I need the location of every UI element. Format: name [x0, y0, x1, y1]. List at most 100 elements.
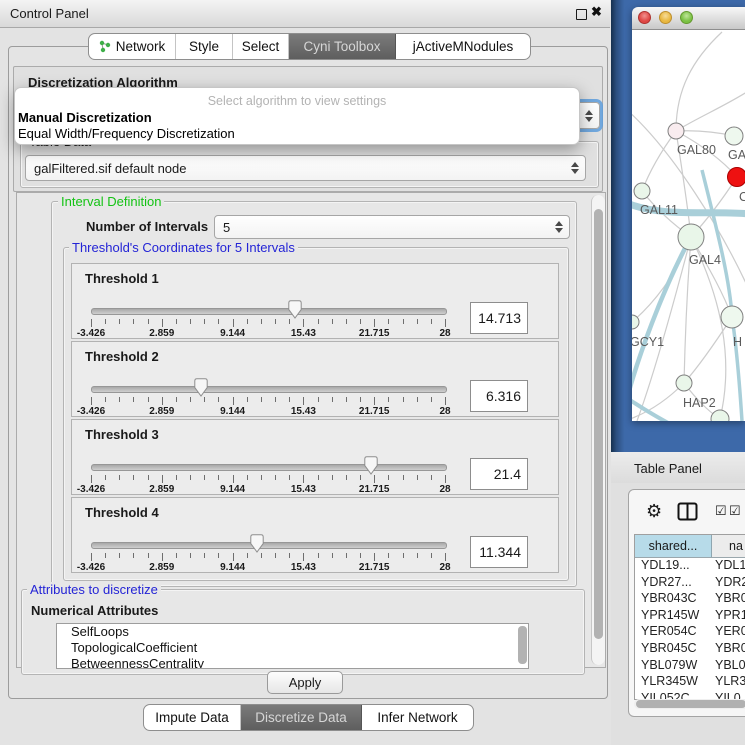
split-columns-icon[interactable] — [677, 502, 698, 521]
network-node[interactable] — [711, 410, 729, 421]
table-row[interactable]: YDR27...YDR2 — [635, 575, 745, 592]
network-node[interactable] — [725, 127, 743, 145]
slider-thumb[interactable] — [364, 456, 378, 475]
network-node[interactable] — [676, 375, 692, 391]
cell-shared-name[interactable]: YBR043C — [635, 591, 711, 608]
slider-thumb[interactable] — [194, 378, 208, 397]
table-data-combobox[interactable]: galFiltered.sif default node — [25, 155, 586, 181]
major-tick — [374, 475, 375, 483]
close-traffic-icon[interactable] — [638, 11, 651, 24]
slider-track[interactable] — [91, 542, 447, 549]
threshold-panel: Threshold 4-3.4262.8599.14415.4321.71528… — [71, 497, 559, 573]
tab-select[interactable]: Select — [233, 34, 289, 59]
tab-cyni-toolbox[interactable]: Cyni Toolbox — [289, 34, 396, 59]
cell-name[interactable]: YBR0 — [711, 591, 745, 608]
slider-thumb[interactable] — [250, 534, 264, 553]
table-hscrollbar-track[interactable] — [634, 699, 745, 709]
cell-shared-name[interactable]: YER054C — [635, 624, 711, 641]
attribute-item[interactable]: SelfLoops — [57, 624, 528, 640]
tab-jactivemnodules[interactable]: jActiveMNodules — [396, 34, 530, 59]
network-node[interactable] — [721, 306, 743, 328]
minimize-traffic-icon[interactable] — [659, 11, 672, 24]
network-node[interactable] — [678, 224, 704, 250]
table-row[interactable]: YBR043CYBR0 — [635, 591, 745, 608]
network-node[interactable] — [668, 123, 684, 139]
minor-tick — [403, 397, 404, 402]
slider-track[interactable] — [91, 386, 447, 393]
table-row[interactable]: YBR045CYBR0 — [635, 641, 745, 658]
threshold-label: Threshold 1 — [85, 271, 159, 286]
column-header-name[interactable]: na — [712, 535, 745, 557]
cell-shared-name[interactable]: YPR145W — [635, 608, 711, 625]
cell-name[interactable]: YBR0 — [711, 641, 745, 658]
popup-option-manual[interactable]: Manual Discretization — [18, 110, 152, 125]
cell-shared-name[interactable]: YDR27... — [635, 575, 711, 592]
network-canvas[interactable]: GAL80GACGAL11GAL4GCY1HHAP2 — [632, 30, 745, 421]
checkbox-checked-icon[interactable]: ☑ — [715, 503, 727, 519]
cell-name[interactable]: YDR2 — [711, 575, 745, 592]
minor-tick — [105, 553, 106, 558]
table-row[interactable]: YBL079WYBL0 — [635, 658, 745, 675]
cell-name[interactable]: YDL1 — [711, 558, 745, 575]
cell-name[interactable]: YPR1 — [711, 608, 745, 625]
slider-track[interactable] — [91, 464, 447, 471]
float-window-icon[interactable] — [576, 9, 587, 20]
tab-network[interactable]: Network — [89, 34, 176, 59]
table-row[interactable]: YPR145WYPR1 — [635, 608, 745, 625]
minor-tick — [261, 397, 262, 402]
app-root: Control Panel ✖ Network Style Select Cyn… — [0, 0, 745, 745]
table-row[interactable]: YLR345WYLR3 — [635, 674, 745, 691]
tick-label: 9.144 — [220, 328, 245, 339]
tab-impute-data[interactable]: Impute Data — [144, 705, 241, 730]
settings-scrollbar-thumb[interactable] — [594, 209, 603, 639]
zoom-traffic-icon[interactable] — [680, 11, 693, 24]
cell-name[interactable]: YBL0 — [711, 658, 745, 675]
gear-icon[interactable]: ⚙ — [646, 501, 662, 522]
checkbox-checked-icon[interactable]: ☑ — [729, 503, 741, 519]
close-icon[interactable]: ✖ — [591, 4, 602, 20]
cell-shared-name[interactable]: YBL079W — [635, 658, 711, 675]
settings-scrollbar-track[interactable] — [591, 195, 605, 665]
tick-label: 2.859 — [149, 484, 174, 495]
attribute-item[interactable]: BetweennessCentrality — [57, 656, 528, 669]
popup-option-equal-width[interactable]: Equal Width/Frequency Discretization — [18, 126, 235, 141]
attributes-scrollbar[interactable] — [518, 626, 527, 664]
minor-tick — [204, 475, 205, 480]
minor-tick — [119, 319, 120, 324]
cell-shared-name[interactable]: YLR345W — [635, 674, 711, 691]
tick-label: 21.715 — [359, 328, 390, 339]
table-hscrollbar-thumb[interactable] — [636, 700, 745, 708]
threshold-value-field[interactable]: 14.713 — [470, 302, 528, 334]
cell-name[interactable]: YLR3 — [711, 674, 745, 691]
threshold-value-field[interactable]: 6.316 — [470, 380, 528, 412]
minor-tick — [275, 553, 276, 558]
network-node-label: GAL11 — [640, 203, 678, 217]
tab-infer-network[interactable]: Infer Network — [362, 705, 473, 730]
threshold-value-field[interactable]: 11.344 — [470, 536, 528, 568]
network-window-titlebar[interactable] — [632, 7, 745, 30]
network-node[interactable] — [634, 183, 650, 199]
table-row[interactable]: YER054CYER0 — [635, 624, 745, 641]
major-tick — [445, 397, 446, 405]
table-row[interactable]: YDL19...YDL1 — [635, 558, 745, 575]
cell-shared-name[interactable]: YDL19... — [635, 558, 711, 575]
slider-thumb[interactable] — [288, 300, 302, 319]
major-tick — [233, 553, 234, 561]
column-header-shared-name[interactable]: shared... — [635, 535, 712, 557]
network-node[interactable] — [728, 168, 745, 187]
slider-track[interactable] — [91, 308, 447, 315]
attribute-item[interactable]: TopologicalCoefficient — [57, 640, 528, 656]
table-panel-body: ⚙ ☑ ☑ shared... na YDL19...YDL1YDR27...Y… — [611, 483, 745, 745]
cell-shared-name[interactable]: YBR045C — [635, 641, 711, 658]
apply-button[interactable]: Apply — [267, 671, 343, 694]
minor-tick — [332, 397, 333, 402]
numerical-attributes-list[interactable]: SelfLoopsTopologicalCoefficientBetweenne… — [56, 623, 529, 669]
number-of-intervals-combobox[interactable]: 5 — [214, 215, 570, 239]
minor-tick — [247, 553, 248, 558]
threshold-value-field[interactable]: 21.4 — [470, 458, 528, 490]
cell-name[interactable]: YER0 — [711, 624, 745, 641]
minor-tick — [247, 475, 248, 480]
minor-tick — [403, 319, 404, 324]
tab-discretize-data[interactable]: Discretize Data — [241, 705, 362, 730]
tab-style[interactable]: Style — [176, 34, 233, 59]
